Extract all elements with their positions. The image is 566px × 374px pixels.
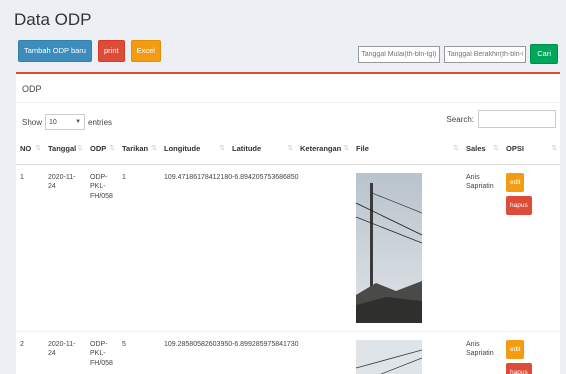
excel-button[interactable]: Excel bbox=[130, 40, 161, 62]
cell-odp: ODP-PKL-FH/058 bbox=[86, 164, 118, 332]
table-row: 1 2020-11-24 ODP-PKL-FH/058 1 109.471861… bbox=[16, 164, 560, 332]
cell-odp: ODP-PKL-FH/058 bbox=[86, 331, 118, 374]
column-header-odp[interactable]: ODP ⇅ bbox=[86, 134, 118, 165]
odp-photo[interactable] bbox=[356, 172, 422, 323]
show-label: Show bbox=[22, 117, 43, 127]
sort-icon: ⇅ bbox=[77, 145, 83, 152]
cell-tanggal: 2020-11-24 bbox=[44, 331, 86, 374]
edit-button[interactable]: edit bbox=[506, 172, 525, 192]
search-dates-button[interactable]: Cari bbox=[530, 44, 558, 64]
table-search: Search: bbox=[446, 110, 556, 128]
sort-icon: ⇅ bbox=[287, 145, 293, 152]
entries-select[interactable]: 10 ▼ bbox=[45, 114, 86, 130]
cell-longitude: 109.28580582603950 bbox=[160, 331, 232, 374]
add-odp-button[interactable]: Tambah ODP baru bbox=[18, 40, 92, 62]
sort-icon: ⇅ bbox=[551, 145, 557, 152]
cell-keterangan bbox=[296, 331, 352, 374]
cell-file bbox=[352, 164, 462, 332]
table-row: 2 2020-11-24 ODP-PKL-FH/058 5 109.285805… bbox=[16, 331, 560, 374]
show-entries: Show 10 ▼ entries bbox=[22, 114, 112, 130]
sort-icon: ⇅ bbox=[109, 145, 115, 152]
cell-no: 2 bbox=[16, 331, 44, 374]
cell-sales: Anis Sapriatin bbox=[462, 331, 502, 374]
edit-button[interactable]: edit bbox=[506, 339, 525, 359]
cell-sales: Anis Sapriatin bbox=[462, 164, 502, 332]
table-header-row: NO ⇅ Tanggal ⇅ ODP ⇅ Tarikan ⇅ Longitude ⇅ La… bbox=[16, 134, 560, 165]
sort-icon: ⇅ bbox=[453, 145, 459, 152]
column-header-sales[interactable]: Sales ⇅ bbox=[462, 134, 502, 165]
cell-longitude: 109.47186178412180 bbox=[160, 164, 232, 332]
column-header-opsi[interactable]: OPSI ⇅ bbox=[502, 134, 560, 165]
delete-button[interactable]: hapus bbox=[506, 362, 532, 374]
chevron-down-icon: ▼ bbox=[75, 119, 82, 125]
column-header-tarikan[interactable]: Tarikan ⇅ bbox=[118, 134, 160, 165]
sort-icon: ⇅ bbox=[35, 145, 41, 152]
entries-value: 10 bbox=[49, 118, 57, 126]
column-header-tanggal[interactable]: Tanggal ⇅ bbox=[44, 134, 86, 165]
cell-no: 1 bbox=[16, 164, 44, 332]
sort-icon: ⇅ bbox=[493, 145, 499, 152]
cell-file bbox=[352, 331, 462, 374]
cell-tarikan: 1 bbox=[118, 164, 160, 332]
column-header-no[interactable]: NO ⇅ bbox=[16, 134, 44, 165]
sort-icon: ⇅ bbox=[151, 145, 157, 152]
cell-opsi: edit hapus bbox=[502, 331, 560, 374]
end-date-input[interactable] bbox=[444, 45, 527, 63]
cell-latitude: -6.899285975841730 bbox=[228, 331, 299, 374]
toolbar: Tambah ODP baru print Excel bbox=[18, 40, 161, 62]
page-title: Data ODP bbox=[14, 10, 92, 29]
date-filter: Cari bbox=[358, 44, 558, 64]
box-divider bbox=[16, 102, 560, 103]
start-date-input[interactable] bbox=[358, 45, 441, 63]
column-header-latitude[interactable]: Latitude ⇅ bbox=[228, 134, 296, 165]
column-header-file[interactable]: File ⇅ bbox=[352, 134, 462, 165]
cell-keterangan bbox=[296, 164, 352, 332]
search-input[interactable] bbox=[478, 110, 556, 128]
search-label: Search: bbox=[446, 114, 474, 124]
sort-icon: ⇅ bbox=[343, 145, 349, 152]
odp-box: ODP Show 10 ▼ entries Search: NO ⇅ Tangga… bbox=[16, 72, 560, 374]
cell-tarikan: 5 bbox=[118, 331, 160, 374]
column-header-keterangan[interactable]: Keterangan ⇅ bbox=[296, 134, 352, 165]
cell-latitude: -6.894205753686850 bbox=[228, 164, 299, 332]
entries-label: entries bbox=[88, 117, 113, 127]
odp-photo[interactable] bbox=[356, 339, 422, 374]
print-button[interactable]: print bbox=[97, 40, 125, 62]
cell-tanggal: 2020-11-24 bbox=[44, 164, 86, 332]
odp-table: NO ⇅ Tanggal ⇅ ODP ⇅ Tarikan ⇅ Longitude ⇅ La… bbox=[16, 134, 560, 374]
sort-icon: ⇅ bbox=[219, 145, 225, 152]
cell-opsi: edit hapus bbox=[502, 164, 560, 332]
delete-button[interactable]: hapus bbox=[506, 195, 532, 215]
column-header-longitude[interactable]: Longitude ⇅ bbox=[160, 134, 228, 165]
box-title: ODP bbox=[22, 84, 42, 94]
